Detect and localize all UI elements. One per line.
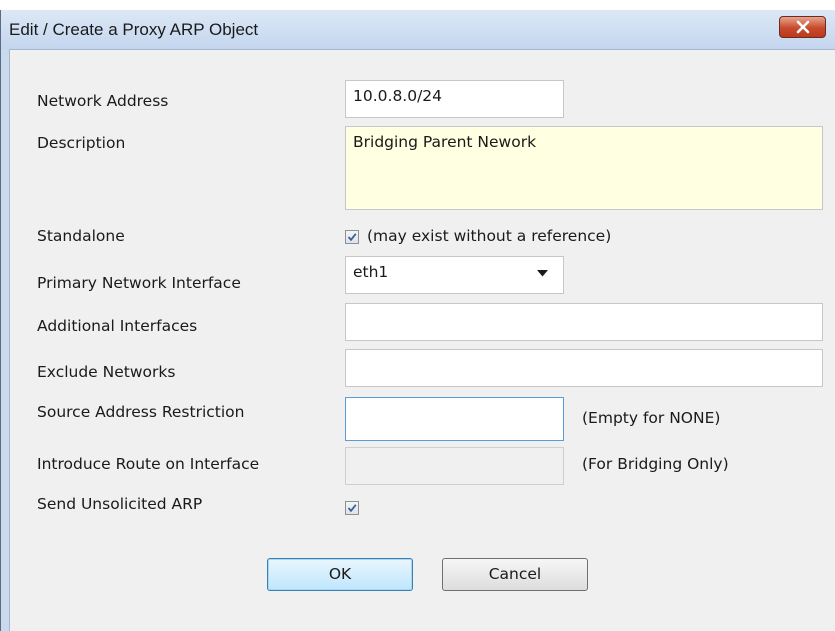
network-address-field[interactable]: 10.0.8.0/24 [345,80,564,118]
source-restriction-label: Source Address Restriction [37,403,245,421]
introduce-route-note: (For Bridging Only) [582,455,729,473]
cancel-button[interactable]: Cancel [442,558,588,591]
additional-interfaces-field[interactable] [345,303,823,341]
chevron-down-icon [537,270,548,277]
background-window-strip: · · · · · · · · · · · · · · · · · · · · … [0,0,835,10]
checkmark-icon [347,233,357,242]
dialog-title: Edit / Create a Proxy ARP Object [9,20,259,39]
send-unsolicited-arp-label: Send Unsolicited ARP [37,495,203,513]
introduce-route-field [345,447,564,485]
description-field[interactable]: Bridging Parent Nework [345,126,823,210]
checkmark-icon [347,504,357,513]
send-unsolicited-arp-checkbox[interactable] [345,501,359,515]
description-label: Description [37,134,126,152]
introduce-route-label: Introduce Route on Interface [37,455,260,473]
exclude-networks-field[interactable] [345,349,823,387]
proxy-arp-dialog: Edit / Create a Proxy ARP Object Network… [0,10,835,631]
standalone-note: (may exist without a reference) [367,227,612,245]
background-text-fragment: · · · · · · · · · · · · · · · · · · [585,0,778,9]
additional-interfaces-label: Additional Interfaces [37,317,198,335]
source-restriction-field[interactable] [345,397,564,441]
standalone-checkbox[interactable] [345,230,359,244]
primary-interface-value: eth1 [353,263,389,281]
source-restriction-note: (Empty for NONE) [582,409,721,427]
network-address-label: Network Address [37,92,169,110]
dialog-body: Network Address 10.0.8.0/24 Description … [9,49,835,631]
exclude-networks-label: Exclude Networks [37,363,176,381]
close-icon [796,20,810,34]
primary-interface-label: Primary Network Interface [37,274,241,292]
close-button[interactable] [779,16,826,38]
title-bar[interactable]: Edit / Create a Proxy ARP Object [1,10,835,49]
ok-button[interactable]: OK [267,558,413,591]
standalone-label: Standalone [37,227,125,245]
primary-interface-dropdown[interactable]: eth1 [345,256,564,294]
background-text-fragment: · · · · · · · · · · · · · · · · · · · · … [120,0,357,9]
